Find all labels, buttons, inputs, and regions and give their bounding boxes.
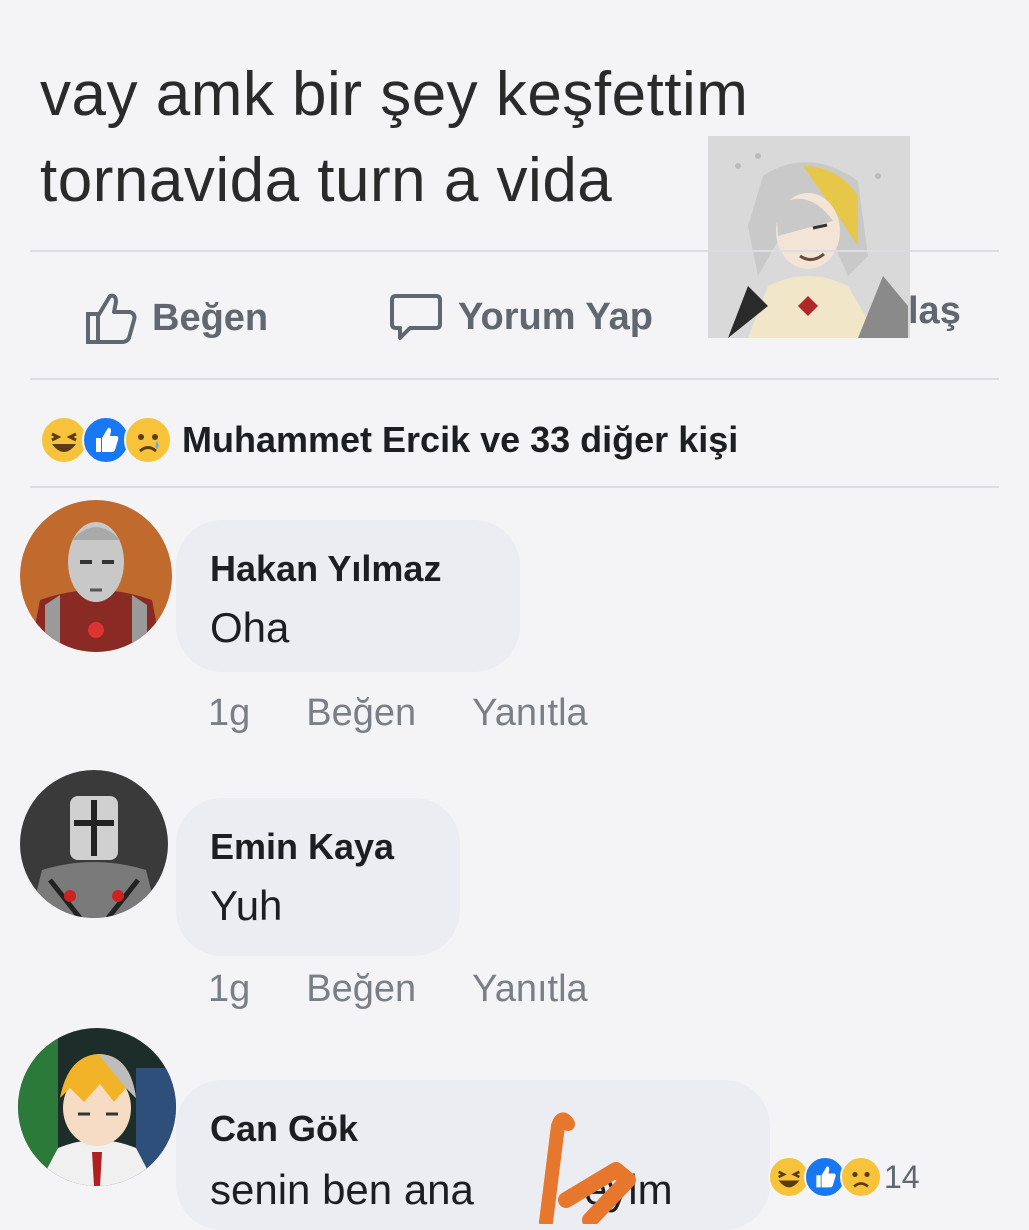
comment-meta: 1g Beğen Yanıtla [208, 692, 588, 735]
divider [30, 486, 999, 488]
thumbs-up-icon [86, 293, 137, 344]
comment-bubble: Can Gök senin ben ana eyim [176, 1080, 770, 1230]
comment-reply-link[interactable]: Yanıtla [472, 692, 587, 735]
comment-text: Yuh [210, 882, 283, 929]
comment-reply-link[interactable]: Yanıtla [472, 968, 587, 1011]
comment-author[interactable]: Can Gök [210, 1108, 358, 1150]
avatar[interactable] [20, 500, 172, 652]
divider [30, 250, 999, 252]
comment-like-link[interactable]: Beğen [306, 968, 416, 1011]
avatar[interactable] [18, 1028, 176, 1186]
post-line-1: vay amk bir şey keşfettim [40, 60, 749, 129]
comment-text: Oha [210, 604, 290, 651]
share-button[interactable]: laş [908, 290, 961, 333]
comment-bubble: Hakan Yılmaz Oha [176, 520, 520, 672]
haha-icon [40, 416, 88, 464]
comment-label: Yorum Yap [458, 295, 653, 338]
comment-button[interactable]: Yorum Yap [388, 290, 653, 344]
comment-author[interactable]: Emin Kaya [210, 826, 394, 868]
reactions-summary[interactable]: Muhammet Ercik ve 33 diğer kişi [40, 410, 738, 470]
share-label: laş [908, 290, 961, 332]
like-label: Beğen [152, 296, 269, 339]
like-icon [82, 416, 130, 464]
sad-icon [124, 416, 172, 464]
comment-reactions[interactable]: 14 [768, 1156, 920, 1198]
divider [30, 378, 999, 380]
reaction-count: 14 [884, 1158, 920, 1195]
comment-bubble-icon [390, 294, 442, 340]
censor-scribble [539, 1112, 636, 1224]
avatar[interactable] [20, 770, 168, 918]
comment-text-start: senin ben ana [210, 1166, 474, 1213]
comment-bubble: Emin Kaya Yuh [176, 798, 460, 956]
comment-meta: 1g Beğen Yanıtla [208, 968, 588, 1011]
like-button[interactable]: Beğen [84, 290, 268, 346]
comment-time[interactable]: 1g [208, 692, 250, 735]
sad-icon [840, 1156, 882, 1198]
reactions-summary-text: Muhammet Ercik ve 33 diğer kişi [182, 419, 739, 460]
comment-author[interactable]: Hakan Yılmaz [210, 548, 441, 590]
comment-like-link[interactable]: Beğen [306, 692, 416, 735]
post-action-bar: Beğen Yorum Yap laş [0, 280, 1029, 360]
comment-time[interactable]: 1g [208, 968, 250, 1011]
